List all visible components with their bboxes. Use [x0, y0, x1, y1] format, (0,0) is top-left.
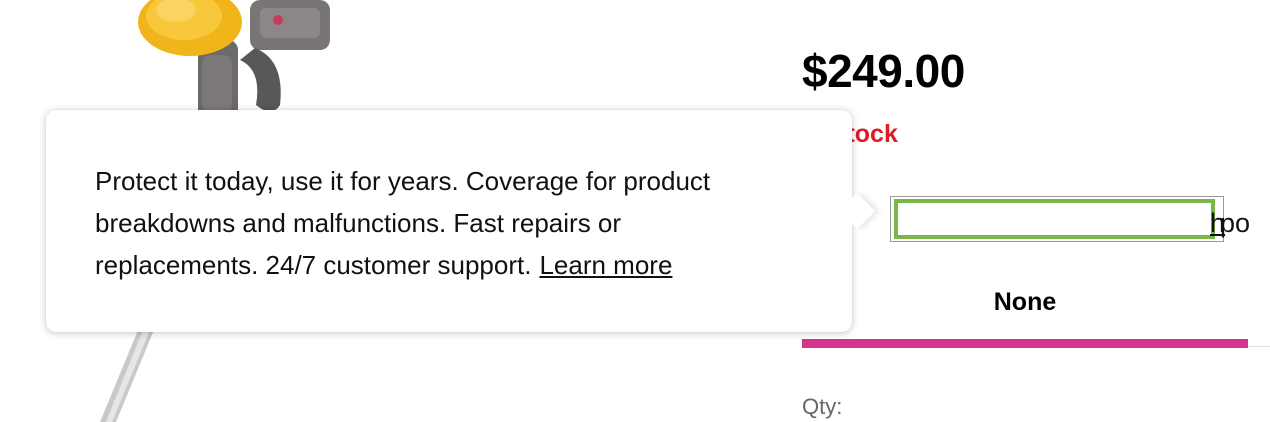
plan-option-label: None [993, 288, 1057, 316]
tooltip-arrow-cover [826, 190, 852, 234]
protection-plan-link[interactable] [890, 196, 1224, 242]
quantity-label: Qty: [802, 394, 843, 419]
highlight-box [894, 199, 1215, 239]
learn-more-link[interactable]: Learn more [539, 250, 672, 280]
protection-plan-row: a h po [802, 196, 1270, 244]
protection-text-end: po [1220, 208, 1251, 238]
tooltip-body: Protect it today, use it for years. Cove… [95, 160, 775, 286]
product-page: $249.00 of stock a h po None Qty: Protec… [0, 0, 1270, 422]
plan-option-none[interactable]: None [802, 266, 1248, 348]
protection-plan-tooltip: Protect it today, use it for years. Cove… [46, 110, 876, 332]
selected-plan-indicator [802, 339, 1248, 348]
divider [1248, 346, 1270, 347]
product-price: $249.00 [802, 45, 965, 97]
